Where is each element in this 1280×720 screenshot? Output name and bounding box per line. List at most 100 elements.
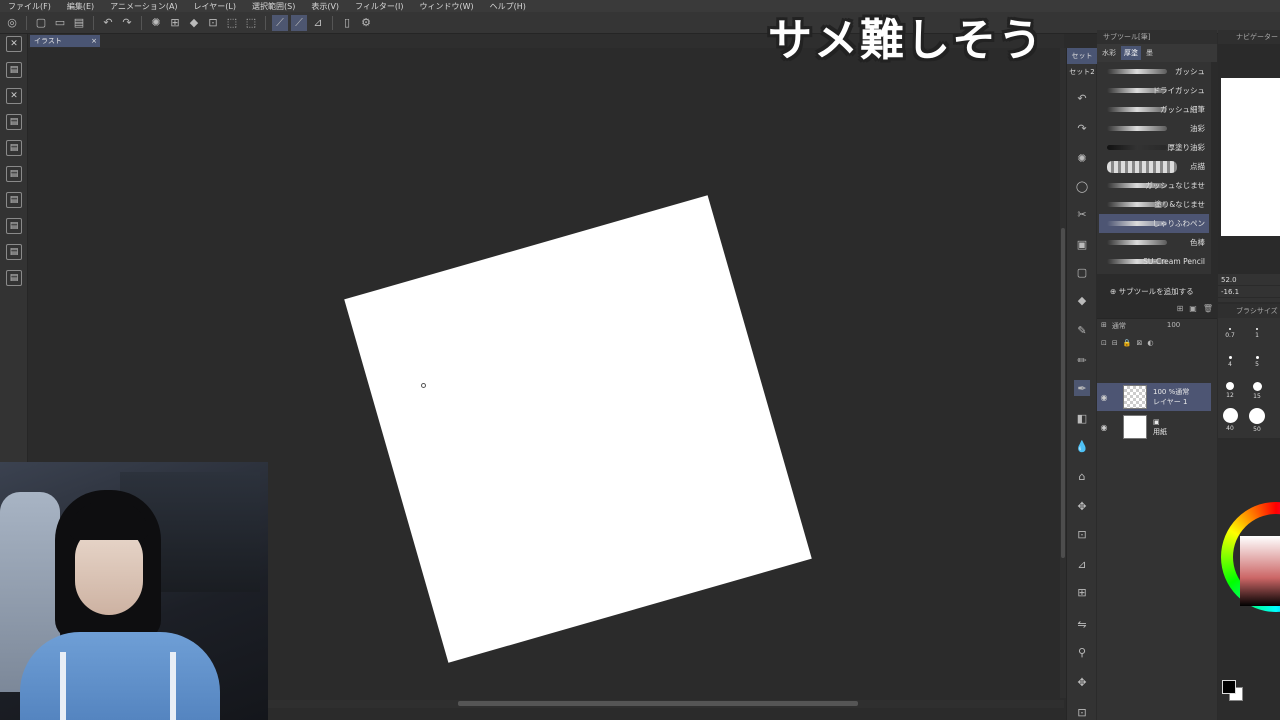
move-icon[interactable]: ✥: [1074, 498, 1090, 514]
panel-icon[interactable]: ▤: [6, 270, 22, 286]
color-saturation-square[interactable]: [1240, 536, 1280, 606]
navigator-preview[interactable]: [1218, 44, 1280, 274]
snap-special-ruler-icon[interactable]: ⟋: [291, 14, 307, 31]
rotation-value[interactable]: -16.1: [1218, 286, 1280, 298]
snap-grid-icon[interactable]: ⊿: [310, 15, 326, 31]
brush-size-item[interactable]: 50: [1247, 408, 1267, 433]
tab-thick-paint[interactable]: 厚塗: [1121, 46, 1141, 60]
transform-icon[interactable]: ⊡: [1074, 526, 1090, 542]
scroll-thumb[interactable]: [458, 701, 858, 706]
brush-icon[interactable]: ✒: [1074, 380, 1090, 396]
brush-size-item[interactable]: 12: [1220, 382, 1240, 399]
opacity-value[interactable]: 100: [1167, 321, 1180, 331]
operation-icon[interactable]: ✥: [1074, 674, 1090, 690]
airbrush-icon[interactable]: ⌂: [1074, 468, 1090, 484]
redo-icon[interactable]: ↷: [119, 15, 135, 31]
brush-item[interactable]: SU-Cream Pencil: [1099, 252, 1209, 271]
panel-icon[interactable]: ▤: [6, 140, 22, 156]
document-tab[interactable]: イラスト ×: [30, 35, 100, 47]
brush-item[interactable]: 厚塗り油彩: [1099, 138, 1209, 157]
brush-item-active[interactable]: しゃりふわペン: [1099, 214, 1209, 233]
flip-icon[interactable]: ⇋: [1074, 616, 1090, 632]
horizontal-scrollbar[interactable]: [268, 700, 1064, 708]
set-tab-2[interactable]: セット2: [1067, 64, 1097, 80]
new-file-icon[interactable]: ▢: [33, 15, 49, 31]
menu-layer[interactable]: レイヤー(L): [186, 1, 244, 12]
lasso-icon[interactable]: ◯: [1074, 178, 1090, 194]
layer-icon[interactable]: ⊞: [1101, 321, 1107, 331]
brush-item[interactable]: ガッシュ: [1099, 62, 1209, 81]
loading-icon[interactable]: ✺: [148, 15, 164, 31]
set-tab-1[interactable]: セット: [1067, 48, 1097, 64]
lock-transparent-icon[interactable]: ⊠: [1136, 339, 1142, 347]
panel-icon[interactable]: ▤: [6, 244, 22, 260]
clip-icon[interactable]: ⊡: [1101, 339, 1107, 347]
close-tab-icon[interactable]: ×: [91, 37, 97, 45]
main-color-swatch[interactable]: [1222, 680, 1236, 694]
paste-icon[interactable]: ▢: [1074, 264, 1090, 280]
menu-animation[interactable]: アニメーション(A): [102, 1, 185, 12]
blend-icon[interactable]: 💧: [1074, 438, 1090, 454]
tab-watercolor[interactable]: 水彩: [1099, 46, 1119, 60]
scroll-thumb[interactable]: [1061, 228, 1065, 558]
close-panel-icon[interactable]: ✕: [6, 88, 22, 104]
brush-item[interactable]: ガッシュなじませ: [1099, 176, 1209, 195]
brush-size-item[interactable]: 1: [1247, 328, 1267, 339]
eye-icon[interactable]: ◉: [1097, 423, 1111, 432]
panel-icon[interactable]: ▤: [6, 114, 22, 130]
brush-size-item[interactable]: 40: [1220, 408, 1240, 432]
deselect-icon[interactable]: ⬚: [224, 15, 240, 31]
copy-icon[interactable]: ▣: [1074, 236, 1090, 252]
brush-item[interactable]: ドライガッシュ: [1099, 81, 1209, 100]
menu-filter[interactable]: フィルター(I): [347, 1, 411, 12]
brush-item[interactable]: 油彩: [1099, 119, 1209, 138]
tab-ink[interactable]: 墨: [1143, 46, 1156, 60]
reference-icon[interactable]: ⊟: [1112, 339, 1118, 347]
zoom-icon[interactable]: ⊡: [1074, 704, 1090, 720]
stamp-icon[interactable]: ⚲: [1074, 644, 1090, 660]
delete-icon[interactable]: 🗑: [1203, 304, 1213, 316]
menu-edit[interactable]: 編集(E): [59, 1, 102, 12]
canvas-paper[interactable]: [344, 195, 812, 663]
menu-selection[interactable]: 選択範囲(S): [244, 1, 303, 12]
redo-icon[interactable]: ↷: [1074, 120, 1090, 136]
fill-icon[interactable]: ◆: [186, 15, 202, 31]
copy-icon[interactable]: ▣: [1189, 304, 1197, 316]
transform-icon[interactable]: ⊡: [205, 15, 221, 31]
eraser-icon[interactable]: ◧: [1074, 410, 1090, 426]
menu-window[interactable]: ウィンドウ(W): [412, 1, 482, 12]
brush-size-item[interactable]: 0.7: [1220, 328, 1240, 339]
panel-icon[interactable]: ▤: [6, 166, 22, 182]
pen-icon[interactable]: ✎: [1074, 322, 1090, 338]
brush-size-item[interactable]: 4: [1220, 356, 1240, 368]
scissors-icon[interactable]: ✂: [1074, 206, 1090, 222]
eye-icon[interactable]: ◉: [1097, 393, 1111, 402]
clip-studio-icon[interactable]: ◎: [4, 15, 20, 31]
close-panel-icon[interactable]: ✕: [6, 36, 22, 52]
crop-icon[interactable]: ⬚: [243, 15, 259, 31]
undo-icon[interactable]: ↶: [1074, 90, 1090, 106]
brush-size-item[interactable]: 15: [1247, 382, 1267, 400]
snap-ruler-icon[interactable]: ⟋: [272, 14, 288, 31]
panel-icon[interactable]: ▤: [6, 218, 22, 234]
lock-icon[interactable]: 🔒: [1123, 339, 1132, 347]
add-subtool-button[interactable]: ⊕ サブツールを追加する: [1110, 286, 1194, 297]
menu-help[interactable]: ヘルプ(H): [482, 1, 534, 12]
pencil-icon[interactable]: ✏: [1074, 352, 1090, 368]
save-icon[interactable]: ▤: [71, 15, 87, 31]
menu-view[interactable]: 表示(V): [303, 1, 347, 12]
mask-icon[interactable]: ◐: [1147, 339, 1153, 347]
loading-icon[interactable]: ✺: [1074, 150, 1090, 166]
duplicate-icon[interactable]: ⊞: [1177, 304, 1184, 316]
panel-icon[interactable]: ▤: [6, 192, 22, 208]
settings-icon[interactable]: ⚙: [358, 15, 374, 31]
smartphone-icon[interactable]: ▯: [339, 15, 355, 31]
panel-icon[interactable]: ▤: [6, 62, 22, 78]
grid-icon[interactable]: ⊞: [1074, 584, 1090, 600]
clear-icon[interactable]: ⊞: [167, 15, 183, 31]
figure-icon[interactable]: ⊿: [1074, 556, 1090, 572]
zoom-value[interactable]: 52.0: [1218, 274, 1280, 286]
menu-file[interactable]: ファイル(F): [0, 1, 59, 12]
layer-row[interactable]: ◉ ▣ 用紙: [1097, 413, 1211, 441]
brush-item[interactable]: 塗り&なじませ: [1099, 195, 1209, 214]
